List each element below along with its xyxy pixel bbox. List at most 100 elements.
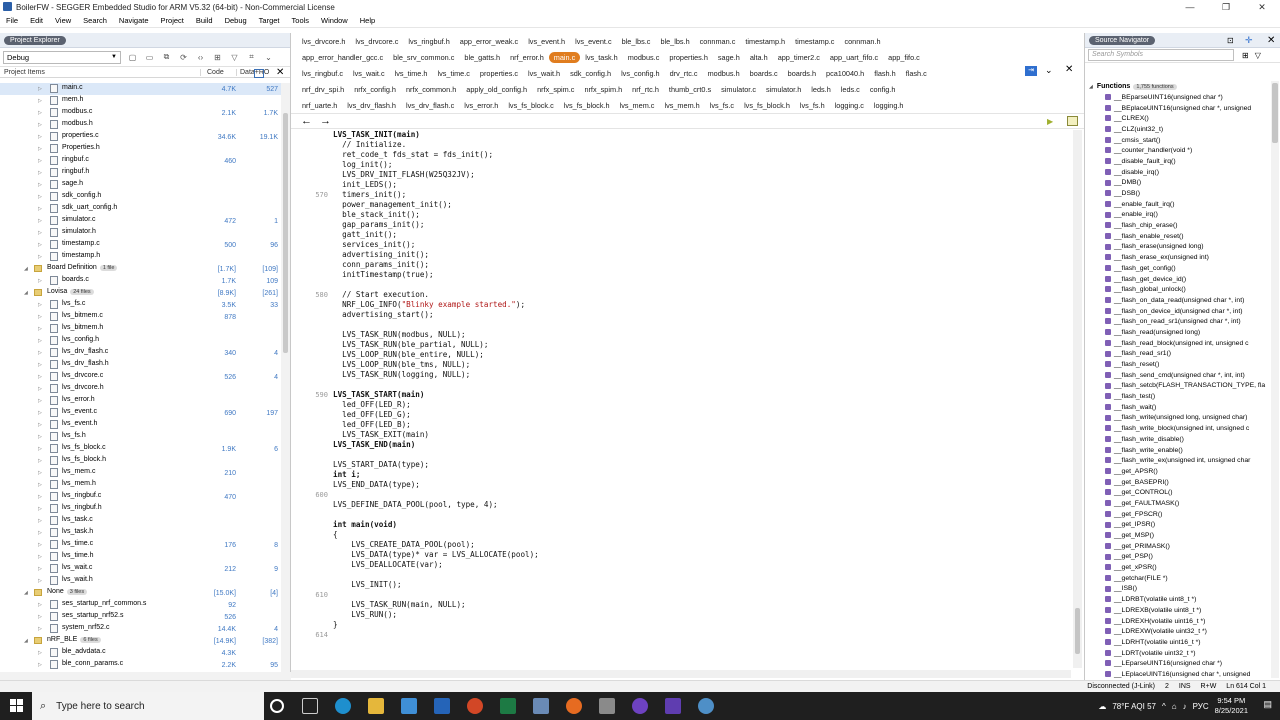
- symbol-item[interactable]: __get_BASEPRI(): [1085, 477, 1271, 488]
- editor-tab[interactable]: nrfx_config.h: [349, 85, 401, 94]
- editor-tab[interactable]: flash.c: [901, 69, 932, 78]
- tree-file[interactable]: ▷ lvs_bitmem.h: [0, 323, 281, 335]
- tree-file[interactable]: ▷ ses_startup_nrf52.s 526: [0, 611, 281, 623]
- symbol-item[interactable]: __LDREXB(volatile uint8_t *): [1085, 605, 1271, 616]
- expand-icon[interactable]: ▷: [38, 302, 42, 308]
- editor-tab[interactable]: main.c: [548, 51, 581, 63]
- app2-icon[interactable]: [665, 698, 681, 714]
- expand-icon[interactable]: ▷: [38, 494, 42, 500]
- tree-file[interactable]: ▷ lvs_ringbuf.h: [0, 503, 281, 515]
- close-button[interactable]: ✕: [1244, 0, 1280, 14]
- expand-icon[interactable]: ▷: [38, 650, 42, 656]
- code-area[interactable]: LVS_TASK_INIT(main) // Initialize. ret_c…: [291, 130, 1071, 670]
- menu-search[interactable]: Search: [77, 16, 113, 25]
- editor-tab[interactable]: nrfx_common.h: [401, 85, 461, 94]
- symbol-item[interactable]: __LDRHT(volatile uint16_t *): [1085, 637, 1271, 648]
- functions-group[interactable]: ◢ Functions 1,755 functions: [1085, 81, 1271, 92]
- symbol-item[interactable]: __LEparseUINT16(unsigned char *): [1085, 658, 1271, 669]
- expand-icon[interactable]: ▷: [38, 422, 42, 428]
- expand-icon[interactable]: ▷: [38, 530, 42, 536]
- editor-tab[interactable]: simulator.h: [761, 85, 806, 94]
- tree-file[interactable]: ▷ ble_advdata.c 4.3K: [0, 647, 281, 659]
- tree-folder[interactable]: ◢ Lovisa 24 files [8.9K] [261]: [0, 287, 281, 299]
- symbol-item[interactable]: __flash_write_block(unsigned int, unsign…: [1085, 423, 1271, 434]
- editor-tab[interactable]: pca10040.h: [821, 69, 869, 78]
- tree-file[interactable]: ▷ lvs_task.h: [0, 527, 281, 539]
- editor-tab[interactable]: logging.h: [869, 101, 909, 110]
- symbol-item[interactable]: __DSB(): [1085, 188, 1271, 199]
- editor-tab[interactable]: ble_srv_common.c: [388, 53, 459, 62]
- menu-debug[interactable]: Debug: [219, 16, 253, 25]
- volume-icon[interactable]: ♪: [1183, 702, 1187, 711]
- editor-tab[interactable]: lvs_drvcore.c: [350, 37, 403, 46]
- editor-tab[interactable]: sage.h: [713, 53, 745, 62]
- app3-icon[interactable]: [698, 698, 714, 714]
- options-icon[interactable]: ⧉: [161, 52, 172, 63]
- editor-tab[interactable]: alta.h: [745, 53, 773, 62]
- editor-tab[interactable]: lvs_mem.c: [615, 101, 660, 110]
- editor-tab[interactable]: lvs_wait.c: [348, 69, 390, 78]
- symbol-item[interactable]: __get_PRIMASK(): [1085, 541, 1271, 552]
- expand-icon[interactable]: ▷: [38, 254, 42, 260]
- editor-tab[interactable]: ble_lbs.h: [655, 37, 694, 46]
- tree-file[interactable]: ▷ lvs_bitmem.c 878: [0, 311, 281, 323]
- tree-file[interactable]: ▷ lvs_event.h: [0, 419, 281, 431]
- editor-tab[interactable]: lvs_task.h: [580, 53, 622, 62]
- weather-text[interactable]: 78°F AQI 57: [1112, 702, 1156, 711]
- editor-tab[interactable]: drv_rtc.c: [665, 69, 703, 78]
- tab-list-icon[interactable]: ⇥: [1025, 66, 1037, 76]
- minimize-button[interactable]: —: [1172, 0, 1208, 14]
- powerpoint-icon[interactable]: [467, 698, 483, 714]
- expand-icon[interactable]: ▷: [38, 218, 42, 224]
- editor-tab[interactable]: lvs_fs.c: [705, 101, 739, 110]
- menu-edit[interactable]: Edit: [24, 16, 49, 25]
- tree-file[interactable]: ▷ lvs_drv_flash.c 340 4: [0, 347, 281, 359]
- taskbar-search[interactable]: ⌕ Type here to search: [32, 692, 264, 720]
- firefox-icon[interactable]: [566, 698, 582, 714]
- maximize-button[interactable]: ❐: [1208, 0, 1244, 14]
- editor-tab[interactable]: lvs_fs_block.c: [503, 101, 558, 110]
- editor-tab[interactable]: connman.c: [695, 37, 741, 46]
- expand-icon[interactable]: ◢: [24, 290, 28, 296]
- excel-icon[interactable]: [500, 698, 516, 714]
- connection-status[interactable]: Disconnected (J-Link): [1087, 683, 1155, 690]
- tree-file[interactable]: ▷ lvs_mem.h: [0, 479, 281, 491]
- expand-icon[interactable]: ▷: [38, 206, 42, 212]
- editor-tab[interactable]: lvs_drv_flash.h: [342, 101, 401, 110]
- editor-tab[interactable]: logging.c: [830, 101, 869, 110]
- symbol-item[interactable]: __CLZ(uint32_t): [1085, 124, 1271, 135]
- editor-scrollbar[interactable]: [1073, 130, 1082, 668]
- symbol-item[interactable]: __enable_irq(): [1085, 210, 1271, 221]
- symbol-item[interactable]: __get_APSR(): [1085, 466, 1271, 477]
- expand-icon[interactable]: ▷: [38, 278, 42, 284]
- weather-icon[interactable]: ☁: [1098, 702, 1106, 711]
- tree-file[interactable]: ▷ sdk_uart_config.h: [0, 203, 281, 215]
- expand-icon[interactable]: ▷: [38, 386, 42, 392]
- tree-file[interactable]: ▷ mem.h: [0, 95, 281, 107]
- notification-icon[interactable]: ▤: [1263, 699, 1272, 710]
- symbol-item[interactable]: __ISB(): [1085, 584, 1271, 595]
- editor-tab[interactable]: lvs_fs.h: [795, 101, 830, 110]
- symbol-item[interactable]: __flash_write_ex(unsigned int, unsigned …: [1085, 455, 1271, 466]
- expand-icon[interactable]: ▷: [38, 326, 42, 332]
- symbol-item[interactable]: __LDREXH(volatile uint16_t *): [1085, 616, 1271, 627]
- editor-tab[interactable]: lvs_event.c: [570, 37, 617, 46]
- calculator-icon[interactable]: [533, 698, 549, 714]
- tree-file[interactable]: ▷ modbus.c 2.1K 1.7K: [0, 107, 281, 119]
- expand-icon[interactable]: ▷: [38, 194, 42, 200]
- editor-tab[interactable]: properties.h: [664, 53, 713, 62]
- tree-file[interactable]: ▷ lvs_config.h: [0, 335, 281, 347]
- tree-file[interactable]: ▷ ringbuf.h: [0, 167, 281, 179]
- tree-file[interactable]: ▷ system_nrf52.c 14.4K 4: [0, 623, 281, 635]
- menu-target[interactable]: Target: [253, 16, 286, 25]
- chevron-down-icon[interactable]: ⌄: [1045, 65, 1053, 76]
- editor-tab[interactable]: lvs_time.h: [390, 69, 433, 78]
- expand-icon[interactable]: ▷: [38, 350, 42, 356]
- editor-tab[interactable]: lvs_fs_block.h: [559, 101, 615, 110]
- expand-icon[interactable]: ◢: [24, 266, 28, 272]
- tree-file[interactable]: ▷ timestamp.c 500 96: [0, 239, 281, 251]
- editor-tab[interactable]: apply_old_config.h: [461, 85, 532, 94]
- tree-file[interactable]: ▷ ses_startup_nrf_common.s 92: [0, 599, 281, 611]
- expand-icon[interactable]: ▷: [38, 542, 42, 548]
- options-icon[interactable]: ⊞: [1242, 51, 1249, 60]
